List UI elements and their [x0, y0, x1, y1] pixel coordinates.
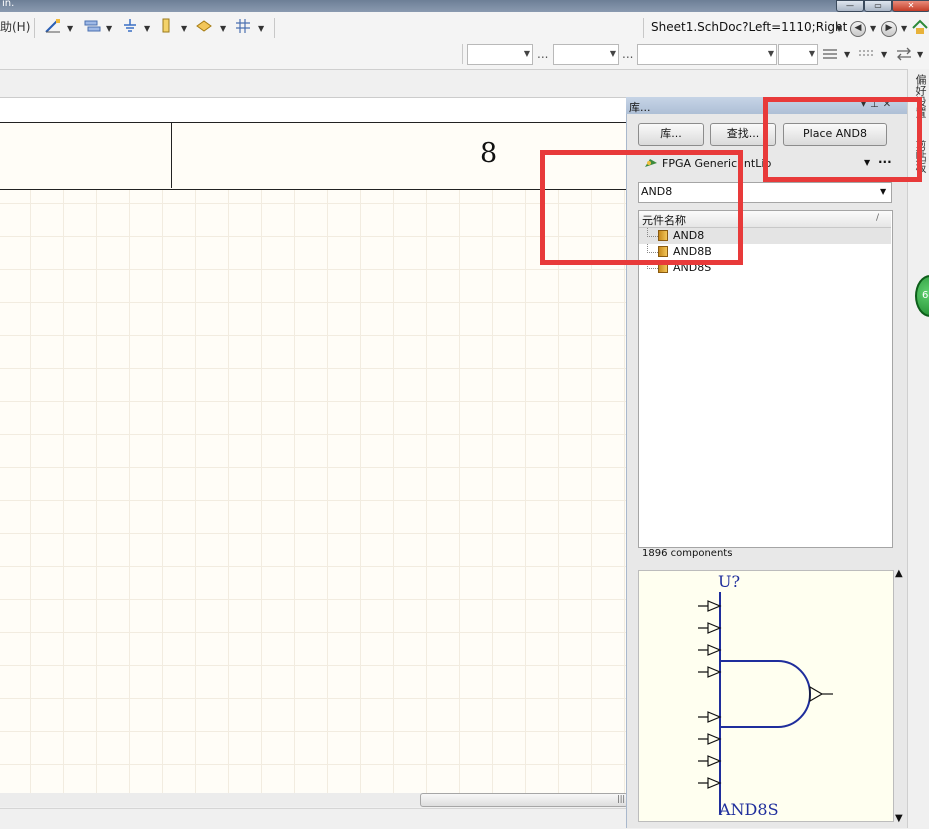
toolbar-divider: [274, 18, 275, 38]
toolbar-divider: [34, 18, 35, 38]
document-address[interactable]: Sheet1.SchDoc?Left=1110;Right: [651, 20, 847, 34]
address-dropdown-icon[interactable]: ▼: [836, 24, 842, 33]
weight-combo[interactable]: ▼: [778, 44, 818, 65]
dash-style-icon: [859, 50, 873, 56]
chevron-down-icon[interactable]: ▼: [181, 24, 187, 33]
port-tool-button[interactable]: [159, 18, 173, 37]
status-bar: [0, 808, 626, 829]
swap-arrows-icon: [897, 47, 911, 61]
chevron-down-icon[interactable]: ▼: [880, 187, 886, 196]
title-block-number: 8: [480, 138, 498, 169]
chevron-down-icon: ▼: [808, 49, 815, 58]
swap-button[interactable]: [896, 46, 912, 65]
annotation-highlight-box: [540, 150, 743, 265]
title-block-divider: [171, 122, 172, 188]
scrollbar-grip-icon: |||: [617, 794, 626, 803]
right-dock: [907, 69, 929, 828]
preview-part-name: AND8S: [718, 800, 779, 819]
line-style-button[interactable]: [822, 48, 838, 63]
chevron-down-icon: ▼: [767, 49, 774, 58]
wire-tool-button[interactable]: [44, 18, 62, 37]
home-button[interactable]: [911, 19, 929, 38]
chevron-down-icon: ▼: [523, 49, 530, 58]
line-style-icon: [823, 49, 837, 59]
chevron-down-icon[interactable]: ▼: [106, 24, 112, 33]
bus-icon: [84, 20, 101, 32]
scrollbar-thumb[interactable]: [420, 793, 628, 807]
toolbar-divider: [643, 18, 644, 38]
home-icon: [912, 19, 928, 34]
libraries-button[interactable]: 库...: [638, 123, 704, 146]
toolbar-divider: [462, 44, 463, 64]
minimize-icon: —: [846, 1, 854, 10]
net-label-tool-button[interactable]: [196, 18, 212, 37]
chevron-down-icon[interactable]: ▼: [917, 50, 923, 59]
ground-tool-button[interactable]: [121, 18, 139, 37]
preview-designator: U?: [718, 572, 740, 591]
schematic-canvas[interactable]: [0, 97, 626, 794]
preview-scroll-down-icon[interactable]: ▼: [895, 813, 903, 824]
help-menu[interactable]: 助(H): [0, 19, 30, 35]
chevron-down-icon[interactable]: ▼: [881, 50, 887, 59]
bus-tool-button[interactable]: [84, 18, 102, 37]
dash-style-button[interactable]: [858, 48, 874, 63]
chevron-down-icon[interactable]: ▼: [220, 24, 226, 33]
close-button[interactable]: ✕: [892, 0, 929, 12]
forward-icon[interactable]: ▶: [881, 21, 897, 37]
style-combo[interactable]: ▼: [637, 44, 777, 65]
chevron-down-icon[interactable]: ▼: [67, 24, 73, 33]
minimize-button[interactable]: —: [836, 0, 864, 12]
preview-scroll-up-icon[interactable]: ▲: [895, 568, 903, 579]
grid-icon: [236, 19, 250, 33]
window-title-fragment: in.: [2, 0, 15, 9]
size-combo[interactable]: ▼: [553, 44, 619, 65]
ground-icon: [124, 19, 136, 32]
and-gate-symbol: U? AND8S: [698, 572, 833, 819]
grid-tool-button[interactable]: [235, 18, 251, 37]
size-more-button[interactable]: ...: [622, 47, 633, 61]
sort-icon[interactable]: /: [876, 213, 879, 223]
annotation-highlight-box: [763, 97, 922, 182]
chevron-down-icon[interactable]: ▼: [144, 24, 150, 33]
sheet-border-strip: [0, 98, 626, 122]
close-icon: ✕: [907, 1, 915, 10]
font-combo[interactable]: ▼: [467, 44, 533, 65]
component-count: 1896 components: [642, 548, 733, 559]
title-block: [0, 122, 626, 190]
maximize-button[interactable]: ▭: [864, 0, 892, 12]
chevron-down-icon[interactable]: ▼: [870, 24, 876, 33]
chevron-down-icon: ▼: [609, 49, 616, 58]
library-panel-title: 库...: [629, 101, 651, 114]
chevron-down-icon[interactable]: ▼: [844, 50, 850, 59]
window-title-bar: [0, 0, 929, 12]
net-label-icon: [196, 20, 212, 32]
port-icon: [162, 18, 170, 33]
font-more-button[interactable]: ...: [537, 47, 548, 61]
chevron-down-icon[interactable]: ▼: [901, 24, 907, 33]
chevron-down-icon[interactable]: ▼: [258, 24, 264, 33]
maximize-icon: ▭: [874, 1, 882, 10]
wire-icon: [45, 19, 60, 33]
back-icon[interactable]: ◀: [850, 21, 866, 37]
